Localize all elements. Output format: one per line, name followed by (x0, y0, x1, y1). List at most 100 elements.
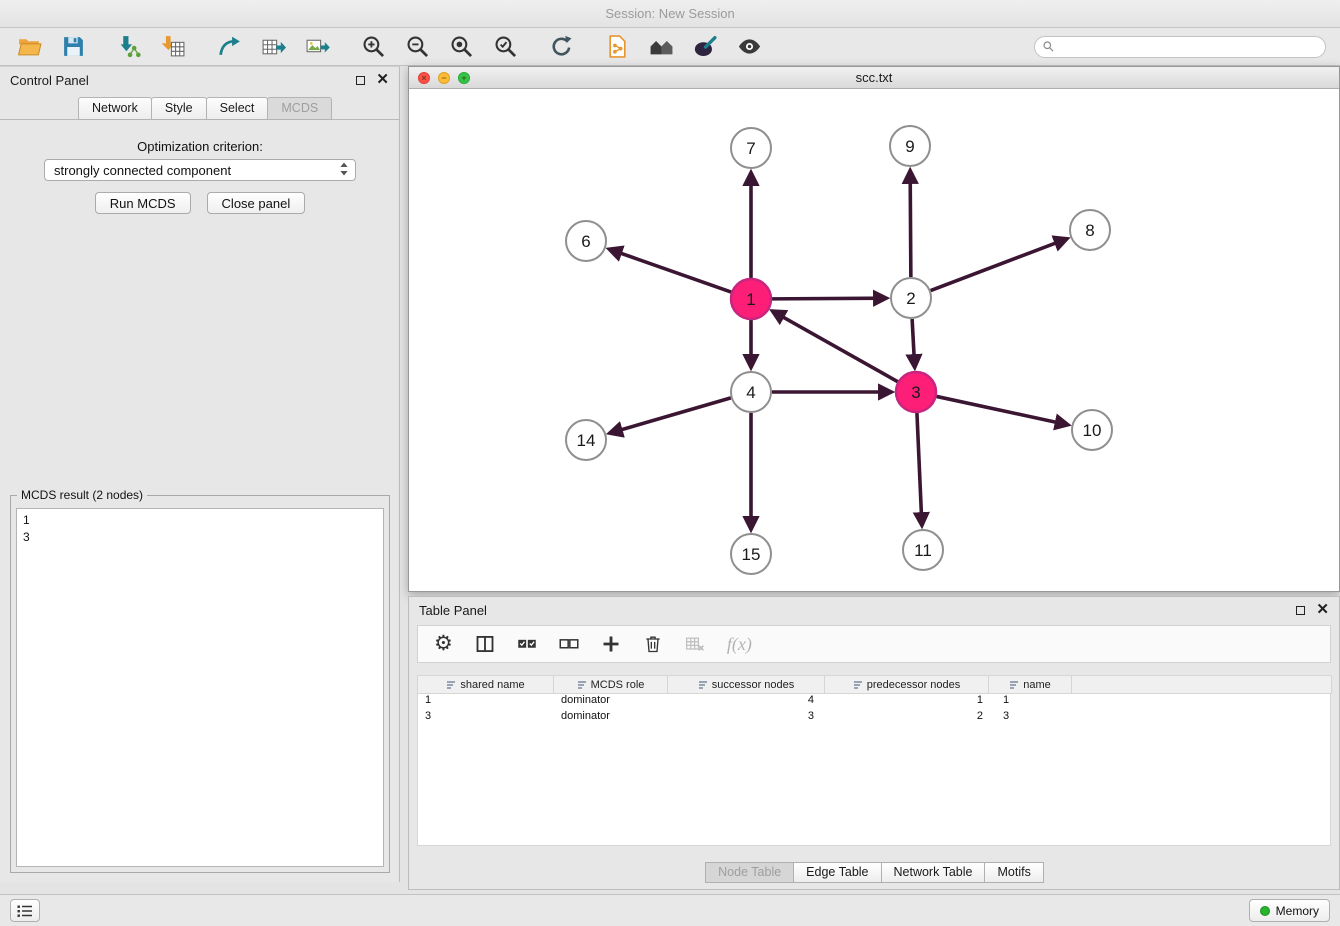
network-window-titlebar[interactable]: × − + scc.txt (409, 67, 1339, 89)
table-cell-predecessor_nodes[interactable]: 2 (828, 710, 993, 726)
save-icon[interactable] (54, 32, 92, 62)
delete-table-icon[interactable] (685, 634, 705, 654)
maximize-window-icon[interactable]: + (458, 72, 470, 84)
sort-icon (698, 680, 708, 690)
graph-node-6[interactable]: 6 (566, 221, 606, 261)
graph-edge-3-11[interactable] (917, 413, 922, 525)
window-title: Session: New Session (605, 6, 734, 21)
clone-network-icon[interactable] (598, 32, 636, 62)
graph-node-9[interactable]: 9 (890, 126, 930, 166)
table-settings-icon[interactable]: ⚙ (434, 634, 453, 654)
graph-edge-4-14[interactable] (610, 398, 731, 433)
run-mcds-button[interactable]: Run MCDS (95, 192, 191, 214)
graph-node-15[interactable]: 15 (731, 534, 771, 574)
graph-edge-3-1[interactable] (773, 311, 898, 381)
graph-node-3[interactable]: 3 (896, 372, 936, 412)
memory-status-icon (1260, 906, 1270, 916)
table-cell-shared_name[interactable]: 3 (418, 710, 555, 726)
graph-node-10[interactable]: 10 (1072, 410, 1112, 450)
mcds-buttons-row: Run MCDS Close panel (0, 192, 400, 214)
close-panel-icon[interactable]: ✕ (1316, 604, 1329, 616)
svg-text:3: 3 (911, 383, 920, 402)
zoom-selected-icon[interactable] (486, 32, 524, 62)
graph-edge-1-6[interactable] (610, 249, 732, 292)
svg-text:7: 7 (746, 139, 755, 158)
table-cell-name[interactable]: 1 (993, 694, 1077, 710)
graph-node-1[interactable]: 1 (731, 279, 771, 319)
tab-select[interactable]: Select (206, 97, 269, 120)
minimize-window-icon[interactable]: − (438, 72, 450, 84)
float-panel-icon[interactable] (356, 76, 365, 85)
tab-edge-table[interactable]: Edge Table (793, 862, 881, 883)
column-header-successor-nodes[interactable]: successor nodes (667, 675, 825, 694)
graph-node-4[interactable]: 4 (731, 372, 771, 412)
close-panel-button[interactable]: Close panel (207, 192, 306, 214)
delete-row-icon[interactable] (643, 634, 663, 654)
column-header-name[interactable]: name (988, 675, 1072, 694)
table-cell-mcds_role[interactable]: dominator (555, 710, 670, 726)
graph-edge-3-10[interactable] (937, 396, 1068, 424)
search-input[interactable] (1060, 40, 1318, 54)
export-image-icon[interactable] (298, 32, 336, 62)
table-cell-shared_name[interactable]: 1 (418, 694, 555, 710)
select-all-icon[interactable] (517, 634, 537, 654)
tab-style[interactable]: Style (151, 97, 207, 120)
graph-node-14[interactable]: 14 (566, 420, 606, 460)
refresh-layout-icon[interactable] (542, 32, 580, 62)
graph-node-7[interactable]: 7 (731, 128, 771, 168)
import-table-from-file-icon[interactable] (154, 32, 192, 62)
graph-node-8[interactable]: 8 (1070, 210, 1110, 250)
tab-network-table[interactable]: Network Table (881, 862, 986, 883)
graph-node-2[interactable]: 2 (891, 278, 931, 318)
column-header-shared-name[interactable]: shared name (417, 675, 554, 694)
task-history-button[interactable] (10, 899, 40, 922)
graph-edge-2-3[interactable] (912, 319, 915, 367)
table-cell-filler (1077, 694, 1330, 710)
float-panel-icon[interactable] (1296, 606, 1305, 615)
add-row-icon[interactable] (601, 634, 621, 654)
graph-edge-1-2[interactable] (772, 298, 886, 299)
close-panel-icon[interactable]: ✕ (376, 74, 389, 86)
control-panel-tabs: Network Style Select MCDS (0, 97, 399, 120)
table-cell-mcds_role[interactable]: dominator (555, 694, 670, 710)
table-cell-successor_nodes[interactable]: 3 (670, 710, 828, 726)
graph-node-11[interactable]: 11 (903, 530, 943, 570)
close-window-icon[interactable]: × (418, 72, 430, 84)
table-cell-name[interactable]: 3 (993, 710, 1077, 726)
table-row[interactable]: 3dominator323 (418, 710, 1330, 726)
table-row[interactable]: 1dominator411 (418, 694, 1330, 710)
tab-motifs[interactable]: Motifs (984, 862, 1043, 883)
import-network-from-file-icon[interactable] (110, 32, 148, 62)
deselect-all-icon[interactable] (559, 634, 579, 654)
table-cell-predecessor_nodes[interactable]: 1 (828, 694, 993, 710)
graph-edge-2-8[interactable] (931, 239, 1067, 291)
graph-edge-2-9[interactable] (910, 171, 911, 277)
memory-button[interactable]: Memory (1249, 899, 1330, 922)
mcds-result-list[interactable]: 1 3 (16, 508, 384, 867)
open-file-icon[interactable] (10, 32, 48, 62)
split-panel-icon[interactable] (475, 634, 495, 654)
column-header-mcds-role[interactable]: MCDS role (553, 675, 668, 694)
criterion-dropdown-value: strongly connected component (54, 163, 231, 178)
table-panel: Table Panel ✕ ⚙ f(x) shared name (408, 596, 1340, 890)
new-network-icon[interactable] (210, 32, 248, 62)
network-canvas[interactable]: 7 9 6 8 1 2 4 3 14 10 15 11 (409, 89, 1339, 591)
column-header-predecessor-nodes[interactable]: predecessor nodes (824, 675, 989, 694)
tab-node-table[interactable]: Node Table (705, 862, 794, 883)
first-neighbors-icon[interactable] (642, 32, 680, 62)
zoom-out-icon[interactable] (398, 32, 436, 62)
mcds-result-title: MCDS result (2 nodes) (17, 488, 147, 502)
svg-text:14: 14 (577, 431, 596, 450)
tab-mcds[interactable]: MCDS (267, 97, 332, 120)
search-field[interactable] (1034, 36, 1326, 58)
criterion-dropdown[interactable]: strongly connected component (44, 159, 356, 181)
show-hide-details-icon[interactable] (730, 32, 768, 62)
function-builder-icon[interactable]: f(x) (727, 634, 752, 655)
zoom-fit-icon[interactable] (442, 32, 480, 62)
network-view-window: × − + scc.txt 7 9 6 8 1 2 4 3 14 10 15 11 (408, 66, 1340, 592)
annotations-icon[interactable] (686, 32, 724, 62)
tab-network[interactable]: Network (78, 97, 152, 120)
zoom-in-icon[interactable] (354, 32, 392, 62)
export-table-icon[interactable] (254, 32, 292, 62)
table-cell-successor_nodes[interactable]: 4 (670, 694, 828, 710)
